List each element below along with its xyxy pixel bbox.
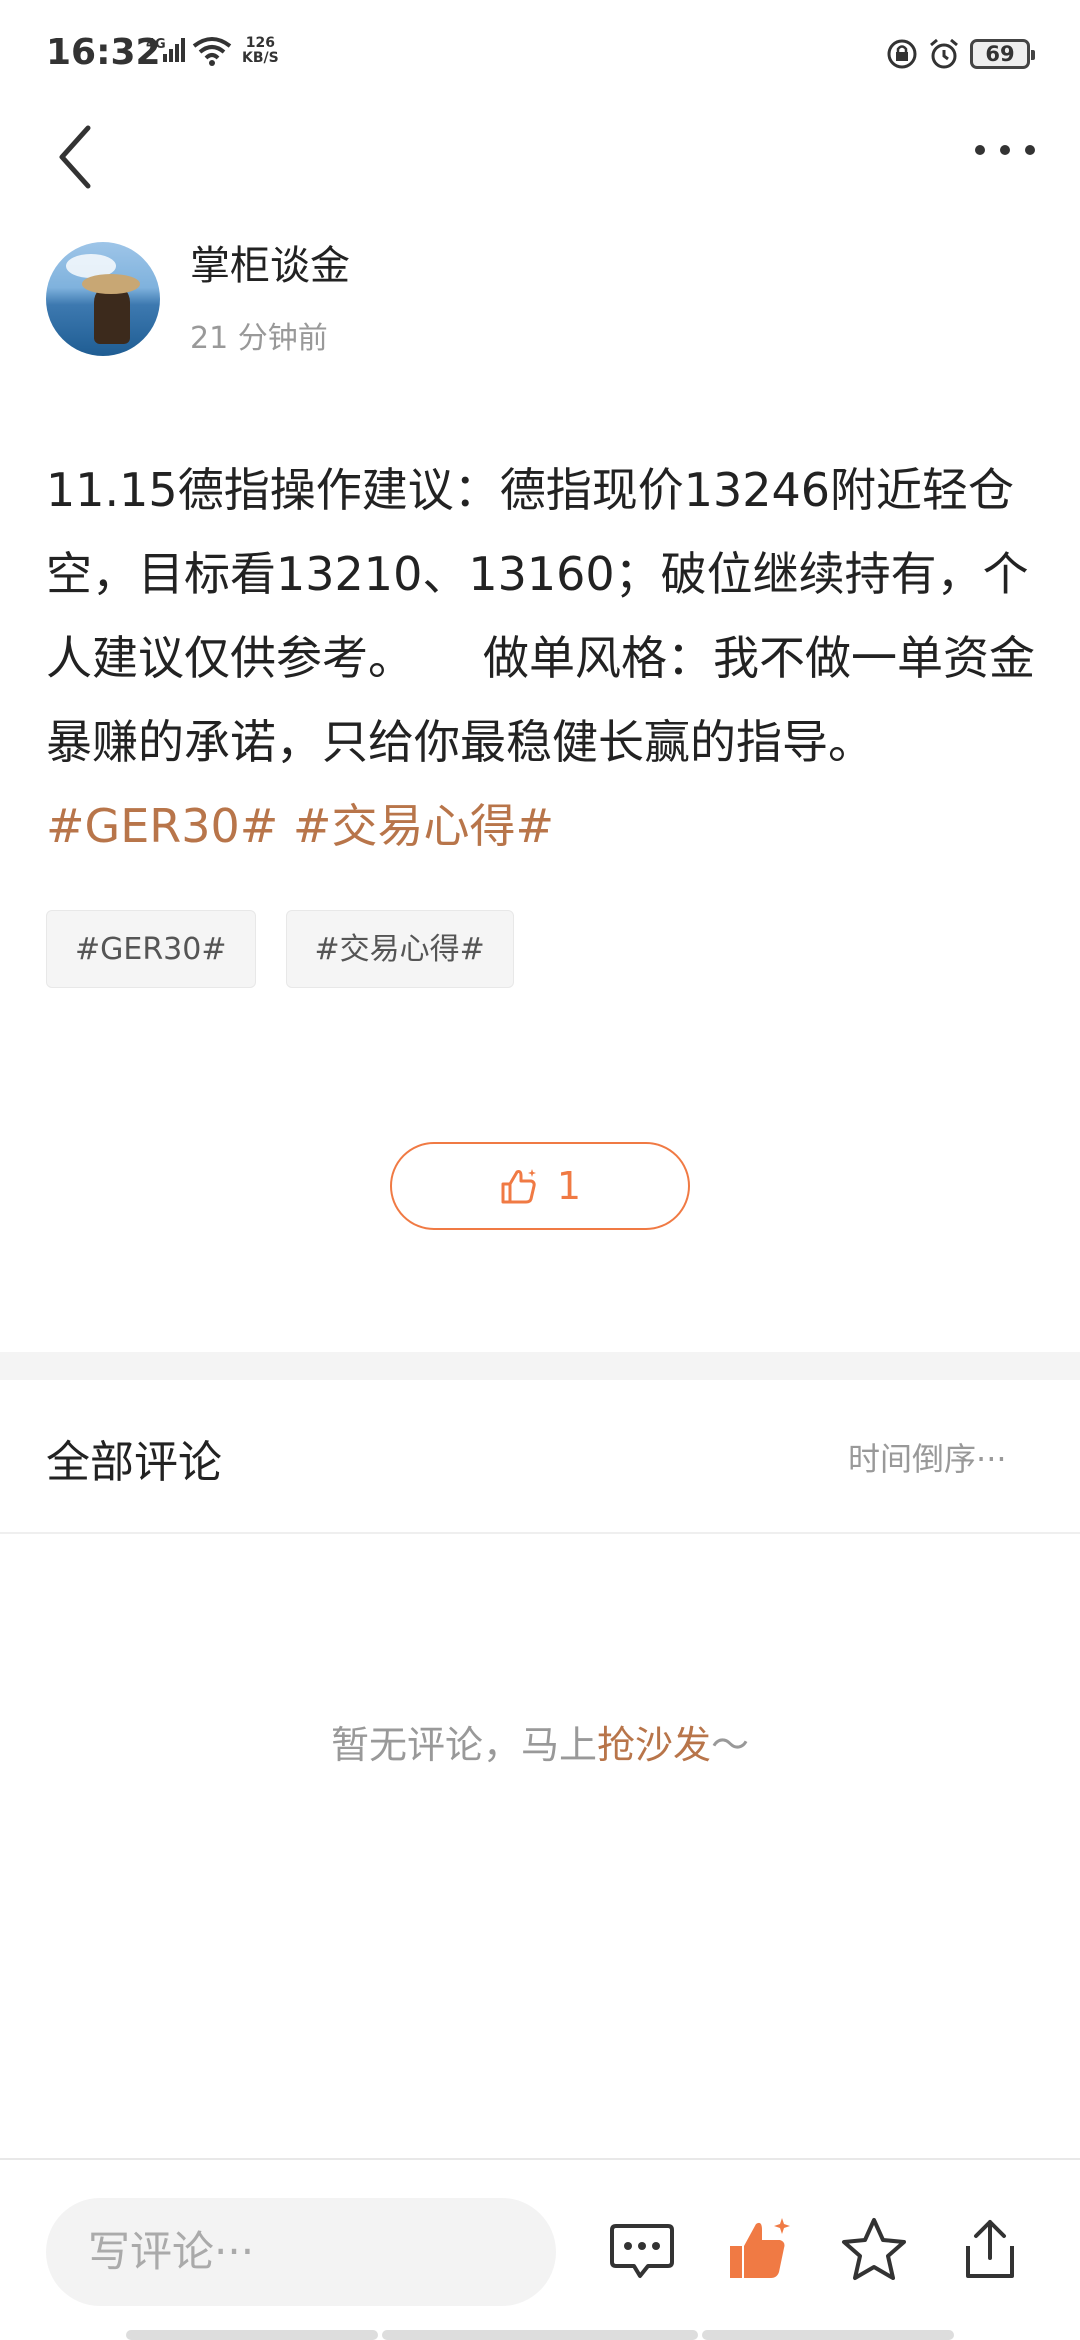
- topic-chips: #GER30# #交易心得#: [46, 910, 514, 988]
- topic-chip-trading[interactable]: #交易心得#: [285, 910, 514, 988]
- wifi-icon: [192, 37, 232, 66]
- like-button[interactable]: 1: [390, 1142, 690, 1230]
- author-name[interactable]: 掌柜谈金: [190, 233, 350, 291]
- empty-prefix: 暂无评论，马上: [330, 1723, 597, 1767]
- like-toolbar-icon[interactable]: [722, 2214, 794, 2286]
- sort-more-icon: ···: [976, 1440, 1007, 1478]
- share-icon[interactable]: [954, 2214, 1026, 2286]
- rotation-lock-icon: [887, 39, 917, 69]
- like-count: 1: [556, 1164, 582, 1208]
- battery-indicator: 69: [970, 39, 1035, 69]
- sort-dropdown[interactable]: 时间倒序···: [848, 1434, 1007, 1480]
- back-button[interactable]: [52, 122, 102, 192]
- nav-indicator-center: [382, 2330, 698, 2340]
- post-time: 21 分钟前: [190, 321, 328, 356]
- comments-header-divider: [0, 1532, 1080, 1534]
- grab-sofa-link[interactable]: 抢沙发: [597, 1723, 711, 1767]
- speed-value: 126: [245, 35, 275, 51]
- inline-tag-trading[interactable]: #交易心得#: [293, 799, 554, 853]
- more-options-button[interactable]: [970, 130, 1040, 170]
- bottom-bar-divider: [0, 2158, 1080, 2160]
- alarm-icon: [930, 38, 958, 69]
- network-speed: 126 KB/S: [242, 36, 279, 66]
- comment-input[interactable]: 写评论···: [46, 2198, 556, 2306]
- nav-indicator-right: [702, 2330, 954, 2340]
- sort-label: 时间倒序: [848, 1440, 977, 1478]
- avatar[interactable]: [46, 242, 160, 356]
- inline-tag-ger30[interactable]: #GER30#: [46, 799, 278, 853]
- signal-icon: [163, 38, 185, 62]
- comment-bubble-icon[interactable]: [606, 2214, 678, 2286]
- empty-suffix: ～: [711, 1723, 750, 1767]
- comments-title: 全部评论: [46, 1437, 222, 1488]
- status-bar: 16:32 4G 126 KB/S 69: [0, 0, 1080, 110]
- empty-comments: 暂无评论，马上抢沙发～: [0, 1714, 1080, 1769]
- speed-unit: KB/S: [242, 50, 279, 66]
- section-divider: [0, 1352, 1080, 1380]
- star-icon[interactable]: [838, 2214, 910, 2286]
- post-content: 11.15德指操作建议：德指现价13246附近轻仓空，目标看13210、1316…: [46, 448, 1036, 868]
- topic-chip-ger30[interactable]: #GER30#: [46, 910, 256, 988]
- nav-indicator-left: [126, 2330, 378, 2340]
- thumbs-up-icon: [501, 1169, 536, 1204]
- post-text: 11.15德指操作建议：德指现价13246附近轻仓空，目标看13210、1316…: [46, 463, 1035, 769]
- status-time: 16:32: [46, 32, 161, 73]
